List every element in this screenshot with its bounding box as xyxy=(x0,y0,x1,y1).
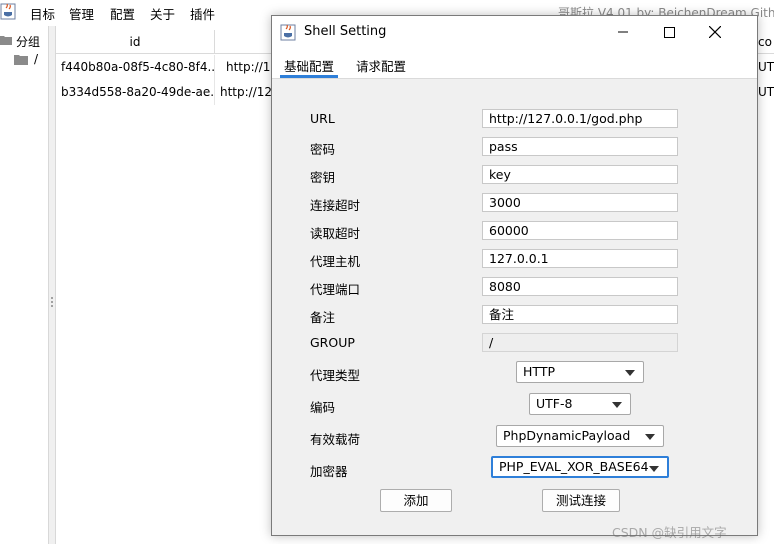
proxy-port-input[interactable]: 8080 xyxy=(482,277,678,296)
tree-root-group[interactable]: 分组 xyxy=(0,33,48,49)
proxy-type-select[interactable]: HTTP xyxy=(516,361,644,383)
maximize-button[interactable] xyxy=(646,16,692,48)
test-connection-button[interactable]: 测试连接 xyxy=(542,489,620,512)
table-row-2-encoding[interactable]: UTF xyxy=(758,80,774,105)
connect-timeout-input[interactable]: 3000 xyxy=(482,193,678,212)
shell-setting-dialog: Shell Setting 基础配置 请求配置 URL http://127.0… xyxy=(271,15,758,536)
add-button[interactable]: 添加 xyxy=(380,489,452,512)
proxy-port-label: 代理端口 xyxy=(310,282,361,297)
menu-config[interactable]: 配置 xyxy=(110,4,135,23)
column-header-encoding[interactable]: co xyxy=(756,30,774,54)
dropdown-arrow-icon xyxy=(625,370,635,376)
dialog-tabs: 基础配置 请求配置 xyxy=(272,48,757,79)
cryption-label: 加密器 xyxy=(310,464,348,479)
java-app-icon xyxy=(280,24,296,41)
minimize-icon xyxy=(618,31,628,33)
cryption-select[interactable]: PHP_EVAL_XOR_BASE64 xyxy=(491,456,669,478)
minimize-button[interactable] xyxy=(600,16,646,48)
read-timeout-label: 读取超时 xyxy=(310,226,361,241)
tree-child-label: / xyxy=(34,52,39,66)
watermark-text: CSDN @缺引用文字 xyxy=(612,525,727,540)
connect-timeout-label: 连接超时 xyxy=(310,198,361,213)
dialog-title: Shell Setting xyxy=(304,24,387,39)
password-input[interactable]: pass xyxy=(482,137,678,156)
encoding-value: UTF-8 xyxy=(536,396,573,411)
splitter-grip-icon xyxy=(51,297,53,307)
payload-label: 有效载荷 xyxy=(310,432,361,447)
menu-plugins[interactable]: 插件 xyxy=(190,4,215,23)
password-label: 密码 xyxy=(310,142,336,157)
remark-label: 备注 xyxy=(310,310,336,325)
proxy-host-input[interactable]: 127.0.0.1 xyxy=(482,249,678,268)
url-input[interactable]: http://127.0.0.1/god.php xyxy=(482,109,678,128)
dropdown-arrow-icon xyxy=(645,434,655,440)
tab-basic-config[interactable]: 基础配置 xyxy=(284,56,334,75)
menu-about[interactable]: 关于 xyxy=(150,4,175,23)
table-row-1-url[interactable]: http://12 xyxy=(221,55,273,80)
menu-manage[interactable]: 管理 xyxy=(69,4,94,23)
folder-icon xyxy=(0,36,12,45)
dropdown-arrow-icon xyxy=(649,466,659,472)
tree-item-root-slash[interactable]: / xyxy=(14,52,48,68)
secret-key-label: 密钥 xyxy=(310,170,336,185)
close-button[interactable] xyxy=(692,16,738,48)
table-row-1-encoding[interactable]: UTF xyxy=(758,55,774,80)
url-label: URL xyxy=(310,111,335,126)
table-row-2-id[interactable]: b334d558-8a20-49de-ae... xyxy=(56,80,215,105)
close-icon xyxy=(709,26,721,38)
dialog-titlebar[interactable]: Shell Setting xyxy=(272,16,757,48)
folder-icon xyxy=(14,55,28,65)
secret-key-input[interactable]: key xyxy=(482,165,678,184)
cryption-value: PHP_EVAL_XOR_BASE64 xyxy=(499,459,649,474)
tree-root-label: 分组 xyxy=(16,35,41,49)
column-header-url[interactable] xyxy=(215,30,275,54)
read-timeout-input[interactable]: 60000 xyxy=(482,221,678,240)
menu-target[interactable]: 目标 xyxy=(30,4,55,23)
remark-input[interactable]: 备注 xyxy=(482,305,678,324)
proxy-type-label: 代理类型 xyxy=(310,368,361,383)
dropdown-arrow-icon xyxy=(612,402,622,408)
java-app-icon xyxy=(0,3,16,20)
encoding-select[interactable]: UTF-8 xyxy=(529,393,631,415)
tab-request-config[interactable]: 请求配置 xyxy=(356,56,406,75)
group-label: GROUP xyxy=(310,335,355,350)
table-row-1-id[interactable]: f440b80a-08f5-4c80-8f4... xyxy=(56,55,215,80)
group-input: / xyxy=(482,333,678,352)
column-header-id[interactable]: id xyxy=(56,30,215,54)
group-tree xyxy=(0,26,48,544)
pane-splitter[interactable] xyxy=(48,26,56,544)
payload-value: PhpDynamicPayload xyxy=(503,428,631,443)
payload-select[interactable]: PhpDynamicPayload xyxy=(496,425,664,447)
active-tab-indicator xyxy=(280,75,338,78)
maximize-icon xyxy=(663,26,675,38)
proxy-type-value: HTTP xyxy=(523,364,555,379)
proxy-host-label: 代理主机 xyxy=(310,254,361,269)
encoding-label: 编码 xyxy=(310,400,336,415)
table-row-2-url[interactable]: http://12 xyxy=(215,80,273,105)
